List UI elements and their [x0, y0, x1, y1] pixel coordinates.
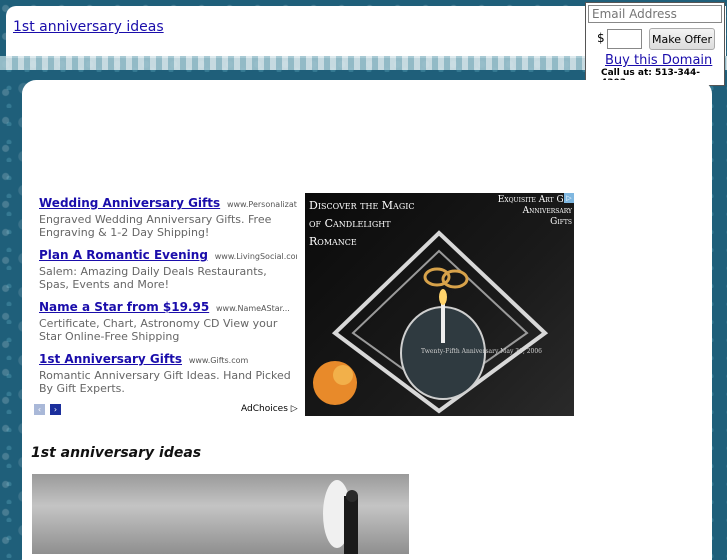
ad-title-link[interactable]: Plan A Romantic Evening [39, 248, 208, 262]
wedding-couple-photo [32, 474, 409, 554]
ad-next-arrow-icon[interactable]: › [50, 404, 61, 415]
offer-amount-input[interactable] [607, 29, 642, 49]
ad-url: www.Personalizatio... [226, 200, 297, 209]
ad-item[interactable]: Name a Star from $19.95 www.NameAStar...… [39, 300, 297, 343]
adchoices-triangle-icon: ▷ [290, 404, 298, 414]
page-title: 1st anniversary ideas [31, 445, 202, 461]
adchoices-link[interactable]: AdChoices ▷ [241, 404, 298, 414]
ad-url: www.LivingSocial.com/S... [214, 252, 297, 261]
ad-item[interactable]: 1st Anniversary Gifts www.Gifts.com Roma… [39, 352, 297, 395]
ad-url: www.NameAStar... [216, 304, 290, 313]
ad-title-link[interactable]: 1st Anniversary Gifts [39, 352, 182, 366]
ad-item[interactable]: Wedding Anniversary Gifts www.Personaliz… [39, 196, 297, 239]
ad-title-link[interactable]: Name a Star from $19.95 [39, 300, 209, 314]
adchoices-label: AdChoices [241, 404, 288, 414]
ad-description: Certificate, Chart, Astronomy CD View yo… [39, 317, 278, 343]
ad-description: Romantic Anniversary Gift Ideas. Hand Pi… [39, 369, 291, 395]
couple-silhouette [323, 480, 358, 554]
ad-title-link[interactable]: Wedding Anniversary Gifts [39, 196, 220, 210]
ad-url: www.Gifts.com [188, 356, 249, 365]
promo-engraving-text: Twenty-Fifth Anniversary May 31, 2006 [421, 348, 542, 355]
domain-offer-box: $ Make Offer Buy this Domain Call us at:… [585, 2, 725, 88]
ad-item[interactable]: Plan A Romantic Evening www.LivingSocial… [39, 248, 297, 291]
glass-candle-art: Twenty-Fifth Anniversary May 31, 2006 [313, 230, 549, 414]
ad-prev-arrow-icon[interactable]: ‹ [34, 404, 45, 415]
ad-description: Salem: Amazing Daily Deals Restaurants, … [39, 265, 267, 291]
email-field[interactable] [588, 5, 722, 23]
make-offer-button[interactable]: Make Offer [649, 28, 715, 50]
currency-label: $ [597, 31, 605, 45]
ad-description: Engraved Wedding Anniversary Gifts. Free… [39, 213, 272, 239]
ad-list: Wedding Anniversary Gifts www.Personaliz… [39, 196, 297, 404]
promo-banner-ad[interactable]: Discover the Magic of Candlelight Romanc… [305, 193, 574, 416]
buy-domain-link[interactable]: Buy this Domain [605, 53, 712, 68]
site-title-link[interactable]: 1st anniversary ideas [13, 19, 164, 35]
